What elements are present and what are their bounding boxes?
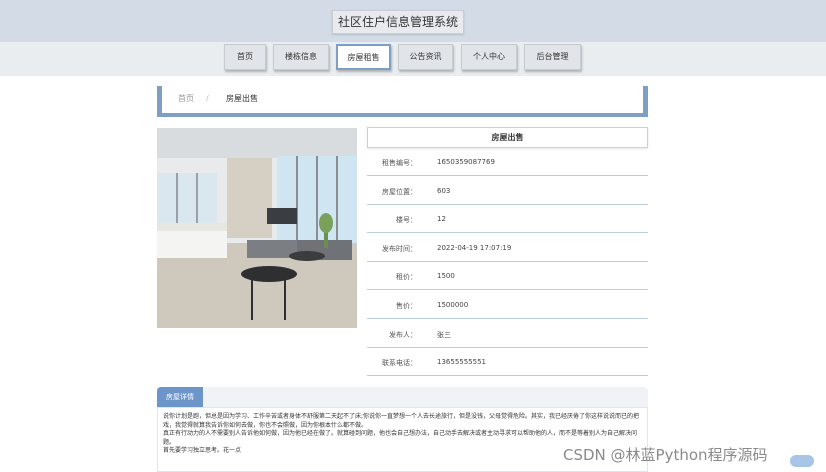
nav-building-info[interactable]: 楼栋信息 bbox=[273, 44, 329, 70]
field-building-number: 楼号： 12 bbox=[367, 205, 648, 233]
csdn-watermark: CSDN @林蓝Python程序源码 bbox=[563, 446, 768, 464]
main-nav: 首页 楼栋信息 房屋租售 公告资讯 个人中心 后台管理 bbox=[0, 42, 826, 76]
field-label: 售价： bbox=[396, 302, 417, 310]
breadcrumb-separator: / bbox=[206, 94, 209, 103]
nav-house-rental[interactable]: 房屋租售 bbox=[336, 44, 391, 70]
field-value: 1500000 bbox=[437, 301, 469, 309]
field-label: 租价： bbox=[396, 273, 417, 281]
field-value: 1500 bbox=[437, 272, 455, 280]
field-label: 联系电话： bbox=[382, 359, 417, 367]
field-contact-phone: 联系电话： 13655555551 bbox=[367, 348, 648, 376]
nav-personal-center[interactable]: 个人中心 bbox=[461, 44, 517, 70]
field-value: 2022-04-19 17:07:19 bbox=[437, 244, 512, 252]
field-label: 楼号： bbox=[396, 216, 417, 224]
nav-announcements[interactable]: 公告资讯 bbox=[398, 44, 453, 70]
field-value: 张三 bbox=[437, 331, 451, 339]
field-label: 发布人： bbox=[389, 331, 417, 339]
nav-admin[interactable]: 后台管理 bbox=[524, 44, 581, 70]
field-value: 12 bbox=[437, 215, 446, 223]
house-photo bbox=[157, 128, 357, 328]
field-publish-time: 发布时间： 2022-04-19 17:07:19 bbox=[367, 234, 648, 262]
field-value: 1650359087769 bbox=[437, 158, 495, 166]
field-label: 房屋位置： bbox=[382, 188, 417, 196]
field-label: 租售编号： bbox=[382, 159, 417, 167]
description-header: 房屋详情 bbox=[157, 387, 648, 407]
field-value: 13655555551 bbox=[437, 358, 486, 366]
house-photo-image bbox=[157, 128, 357, 328]
field-label: 发布时间： bbox=[382, 245, 417, 253]
field-house-location: 房屋位置： 603 bbox=[367, 177, 648, 205]
breadcrumb-home-link[interactable]: 首页 bbox=[178, 86, 194, 112]
breadcrumb: 首页 / 房屋出售 bbox=[157, 86, 648, 117]
field-rent-price: 租价： 1500 bbox=[367, 262, 648, 290]
field-sale-price: 售价： 1500000 bbox=[367, 291, 648, 319]
nav-home[interactable]: 首页 bbox=[224, 44, 266, 70]
field-publisher: 发布人： 张三 bbox=[367, 320, 648, 348]
top-header-bar: 社区住户信息管理系统 bbox=[0, 0, 826, 42]
field-rental-id: 租售编号： 1650359087769 bbox=[367, 148, 648, 176]
site-title: 社区住户信息管理系统 bbox=[332, 10, 464, 34]
breadcrumb-current: 房屋出售 bbox=[226, 94, 258, 103]
corner-badge[interactable] bbox=[790, 455, 814, 467]
detail-title: 房屋出售 bbox=[367, 127, 648, 148]
description-paragraph: 说你计划是跑，但总是因为学习、工作辛苦或者身体不舒服第二天起不了床;你说你一直梦… bbox=[163, 413, 640, 429]
tab-house-details[interactable]: 房屋详情 bbox=[157, 387, 203, 407]
field-value: 603 bbox=[437, 187, 451, 195]
